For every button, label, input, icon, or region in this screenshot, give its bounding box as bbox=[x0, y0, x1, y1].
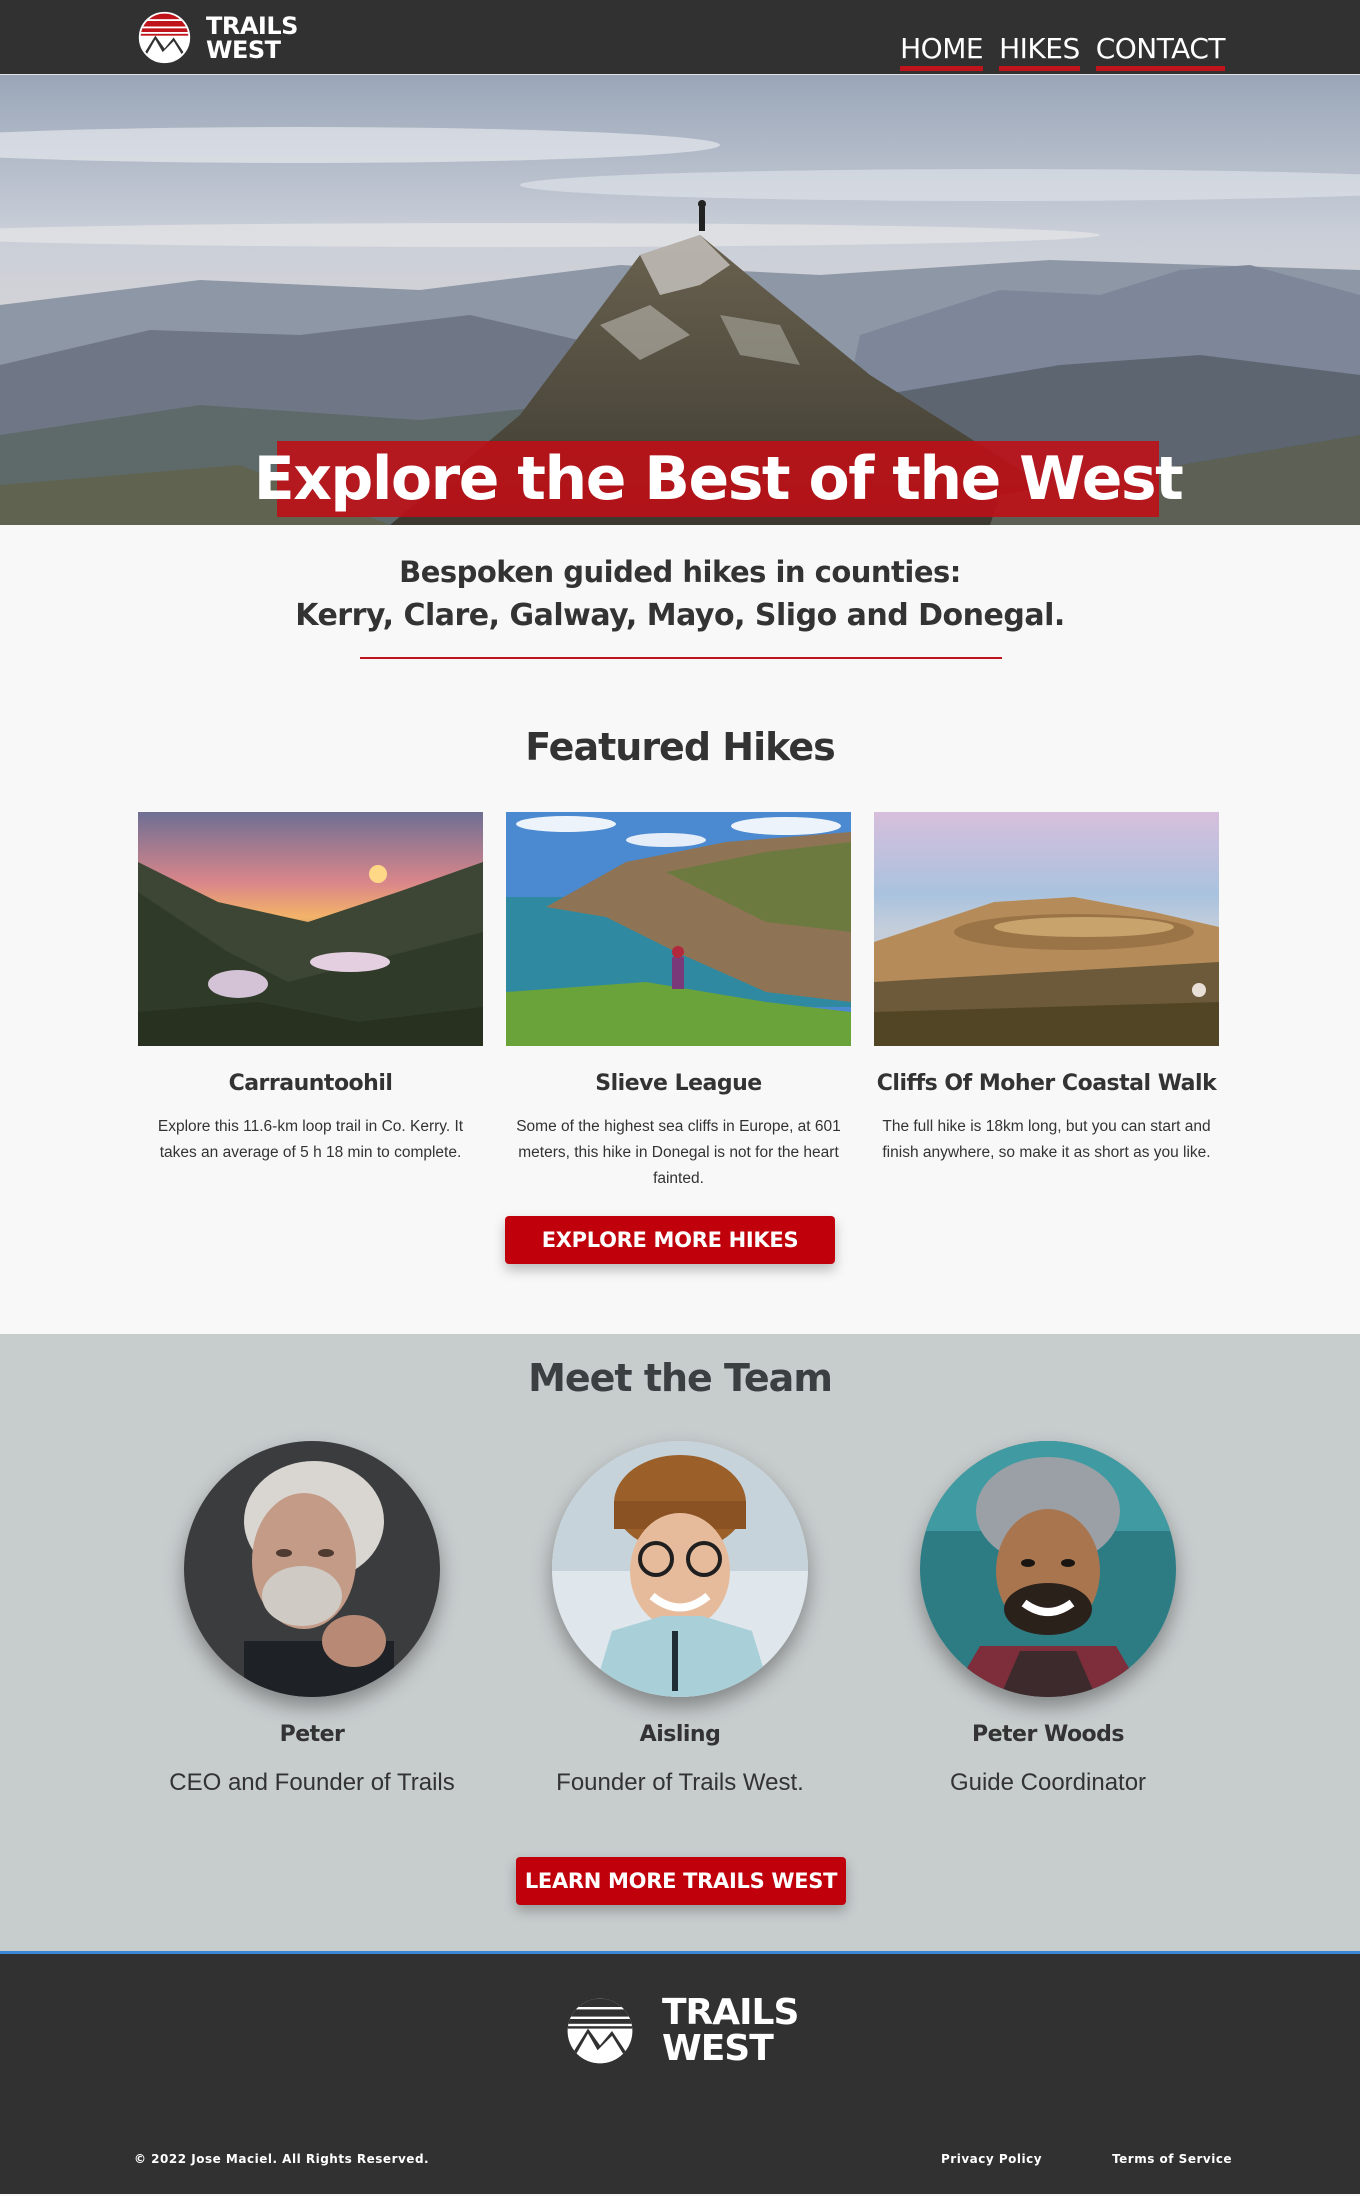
explore-more-hikes-button[interactable]: EXPLORE MORE HIKES bbox=[505, 1216, 835, 1264]
hero-title: Explore the Best of the West bbox=[253, 444, 1184, 514]
site-header: TRAILS WEST HOME HIKES CONTACT bbox=[0, 0, 1360, 75]
nav-hikes[interactable]: HIKES bbox=[999, 33, 1080, 71]
privacy-policy-link[interactable]: Privacy Policy bbox=[941, 2152, 1042, 2166]
team-title: Meet the Team bbox=[528, 1356, 833, 1400]
intro-line2: Kerry, Clare, Galway, Mayo, Sligo and Do… bbox=[295, 598, 1065, 633]
hike-image-carrauntoohil bbox=[138, 812, 483, 1046]
hike-description: Some of the highest sea cliffs in Europe… bbox=[516, 1118, 841, 1187]
avatar-aisling bbox=[552, 1441, 808, 1697]
member-name: Peter Woods bbox=[971, 1722, 1125, 1747]
featured-hikes-title: Featured Hikes bbox=[525, 725, 835, 769]
footer-logo-line2: WEST bbox=[662, 2028, 774, 2069]
intro-text: Bespoken guided hikes in counties: Kerry… bbox=[0, 550, 1360, 638]
team-member: Peter Woods Guide Coordinator bbox=[878, 1441, 1218, 1801]
avatar-peter-woods bbox=[920, 1441, 1176, 1697]
hike-title[interactable]: Slieve League bbox=[506, 1068, 851, 1100]
copyright-text: © 2022 Jose Maciel. All Rights Reserved. bbox=[134, 2152, 430, 2166]
logo-line1: TRAILS bbox=[206, 11, 298, 40]
main-nav: HOME HIKES CONTACT bbox=[900, 33, 1226, 71]
featured-hikes-list: Carrauntoohil Explore this 11.6-km loop … bbox=[138, 812, 1220, 1192]
logo-wordmark: TRAILS WEST bbox=[206, 14, 298, 62]
hike-card[interactable]: Carrauntoohil Explore this 11.6-km loop … bbox=[138, 812, 483, 1192]
hike-title[interactable]: Cliffs Of Moher Coastal Walk bbox=[874, 1068, 1219, 1100]
footer-logo-line1: TRAILS bbox=[662, 1992, 799, 2033]
member-role: CEO and Founder of Trails bbox=[169, 1769, 455, 1796]
terms-of-service-link[interactable]: Terms of Service bbox=[1112, 2152, 1232, 2166]
hike-image-slieve-league bbox=[506, 812, 851, 1046]
mountain-logo-icon bbox=[138, 11, 191, 64]
hike-card[interactable]: Slieve League Some of the highest sea cl… bbox=[506, 812, 851, 1192]
hike-card[interactable]: Cliffs Of Moher Coastal Walk The full hi… bbox=[874, 812, 1219, 1192]
team-members: Peter CEO and Founder of Trails Aisling … bbox=[142, 1441, 1218, 1801]
member-role: Founder of Trails West. bbox=[556, 1769, 804, 1796]
hike-description: Explore this 11.6-km loop trail in Co. K… bbox=[157, 1118, 464, 1161]
hero-title-banner: Explore the Best of the West bbox=[254, 441, 1184, 517]
hike-description: The full hike is 18km long, but you can … bbox=[882, 1118, 1211, 1161]
team-member: Aisling Founder of Trails West. bbox=[510, 1441, 850, 1801]
nav-contact[interactable]: CONTACT bbox=[1095, 33, 1226, 71]
member-name: Peter bbox=[279, 1722, 345, 1747]
member-role: Guide Coordinator bbox=[949, 1769, 1147, 1796]
mountain-logo-icon bbox=[567, 1998, 633, 2064]
hike-image-cliffs-of-moher bbox=[874, 812, 1219, 1046]
team-member: Peter CEO and Founder of Trails bbox=[142, 1441, 482, 1801]
hike-title[interactable]: Carrauntoohil bbox=[138, 1068, 483, 1100]
footer-logo-wordmark: TRAILS WEST bbox=[662, 1992, 799, 2069]
learn-more-button[interactable]: LEARN MORE TRAILS WEST bbox=[516, 1857, 846, 1905]
footer-links: Privacy Policy Terms of Service bbox=[941, 2152, 1232, 2166]
header-logo[interactable]: TRAILS WEST bbox=[137, 10, 298, 65]
avatar-peter bbox=[184, 1441, 440, 1697]
intro-line1: Bespoken guided hikes in counties: bbox=[399, 555, 961, 589]
logo-line2: WEST bbox=[206, 35, 281, 64]
member-name: Aisling bbox=[639, 1722, 721, 1747]
intro-divider bbox=[360, 657, 1002, 659]
hero-banner: Explore the Best of the West bbox=[0, 75, 1360, 525]
footer-logo[interactable]: TRAILS WEST bbox=[564, 1992, 799, 2069]
nav-home[interactable]: HOME bbox=[900, 33, 984, 71]
